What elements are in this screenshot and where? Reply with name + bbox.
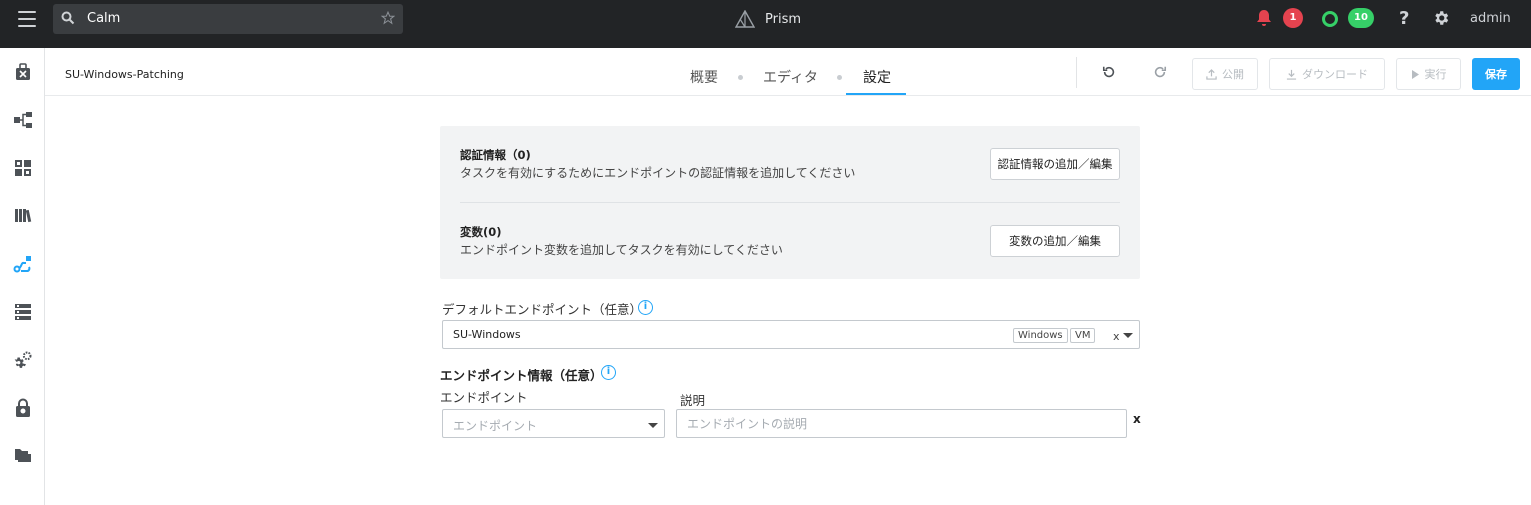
default-endpoint-select[interactable]: SU-Windows Windows VM x — [442, 320, 1140, 349]
variables-description: エンドポイント変数を追加してタスクを有効にしてください — [460, 243, 783, 257]
variables-title: 変数(0) — [460, 225, 502, 239]
user-menu[interactable]: admin — [1470, 11, 1511, 26]
chevron-down-icon[interactable] — [648, 423, 658, 428]
help-icon[interactable]: ? — [1399, 8, 1409, 29]
prism-logo: Prism — [735, 9, 801, 29]
policies-icon[interactable] — [13, 398, 33, 418]
save-button[interactable]: 保存 — [1472, 58, 1520, 90]
hamburger-menu-icon[interactable] — [18, 11, 36, 27]
tasks-count-badge[interactable]: 10 — [1348, 8, 1374, 28]
endpoints-icon[interactable] — [13, 302, 33, 322]
credentials-variables-panel: 認証情報（0) タスクを有効にするためにエンドポイントの認証情報を追加してくださ… — [440, 126, 1140, 279]
credentials-title: 認証情報（0) — [460, 148, 531, 162]
global-search[interactable]: Calm — [53, 4, 403, 34]
applications-icon[interactable] — [13, 62, 33, 82]
marketplace-icon[interactable] — [13, 158, 33, 178]
endpoint-description-input[interactable] — [676, 409, 1127, 438]
description-label: 説明 — [680, 393, 706, 408]
tab-configuration[interactable]: 設定 — [863, 67, 891, 87]
blueprints-icon[interactable] — [13, 110, 33, 130]
settings-icon[interactable] — [13, 350, 33, 370]
run-button[interactable]: 実行 — [1396, 58, 1461, 90]
active-tab-indicator — [846, 93, 906, 95]
upload-icon — [1206, 68, 1217, 80]
clear-selection-icon[interactable]: x — [1113, 330, 1120, 343]
info-icon[interactable]: i — [601, 365, 616, 380]
credentials-description: タスクを有効にするためにエンドポイントの認証情報を追加してください — [460, 166, 856, 180]
app-name: Prism — [765, 11, 802, 27]
endpoint-type-tag: VM — [1070, 328, 1096, 343]
default-endpoint-label: デフォルトエンドポイント（任意） — [442, 302, 643, 317]
publish-button[interactable]: 公開 — [1192, 58, 1258, 90]
top-bar: Calm Prism 1 10 ? admin — [0, 0, 1531, 48]
bell-icon[interactable] — [1256, 9, 1272, 27]
info-icon[interactable]: i — [638, 300, 653, 315]
sidebar — [0, 48, 45, 505]
tab-separator — [837, 75, 842, 80]
runbooks-icon[interactable] — [13, 254, 33, 274]
publish-label: 公開 — [1222, 68, 1244, 81]
chevron-down-icon[interactable] — [1123, 333, 1133, 338]
download-button[interactable]: ダウンロード — [1269, 58, 1385, 90]
header-divider — [1076, 57, 1077, 88]
download-label: ダウンロード — [1302, 68, 1368, 81]
redo-icon[interactable] — [1153, 65, 1167, 79]
edit-credentials-button[interactable]: 認証情報の追加／編集 — [990, 148, 1120, 180]
endpoint-placeholder: エンドポイント — [453, 419, 538, 433]
panel-divider — [460, 202, 1120, 203]
alerts-count-badge[interactable]: 1 — [1283, 8, 1303, 28]
endpoint-select[interactable]: エンドポイント — [442, 409, 665, 438]
endpoint-label: エンドポイント — [440, 390, 528, 405]
default-endpoint-value: SU-Windows — [453, 328, 521, 341]
tab-separator — [738, 75, 743, 80]
remove-row-icon[interactable]: x — [1133, 412, 1141, 426]
library-icon[interactable] — [13, 205, 33, 225]
tasks-status-icon[interactable] — [1322, 11, 1338, 27]
endpoint-os-tag: Windows — [1013, 328, 1068, 343]
prism-icon — [735, 10, 755, 28]
tab-overview[interactable]: 概要 — [690, 67, 718, 87]
runbook-name: SU-Windows-Patching — [65, 68, 184, 81]
search-icon — [61, 11, 75, 25]
projects-icon[interactable] — [13, 445, 33, 465]
play-icon — [1411, 69, 1420, 80]
edit-variables-button[interactable]: 変数の追加／編集 — [990, 225, 1120, 257]
runbook-header: SU-Windows-Patching 概要 エディタ 設定 公開 ダウンロード… — [45, 48, 1531, 96]
download-icon — [1286, 69, 1297, 80]
run-label: 実行 — [1424, 68, 1447, 81]
search-input[interactable]: Calm — [87, 11, 120, 26]
endpoint-info-title: エンドポイント情報（任意） — [440, 368, 603, 383]
undo-icon[interactable] — [1102, 65, 1116, 79]
tab-editor[interactable]: エディタ — [763, 67, 818, 87]
gear-icon[interactable] — [1432, 9, 1450, 27]
star-icon[interactable] — [381, 11, 395, 25]
